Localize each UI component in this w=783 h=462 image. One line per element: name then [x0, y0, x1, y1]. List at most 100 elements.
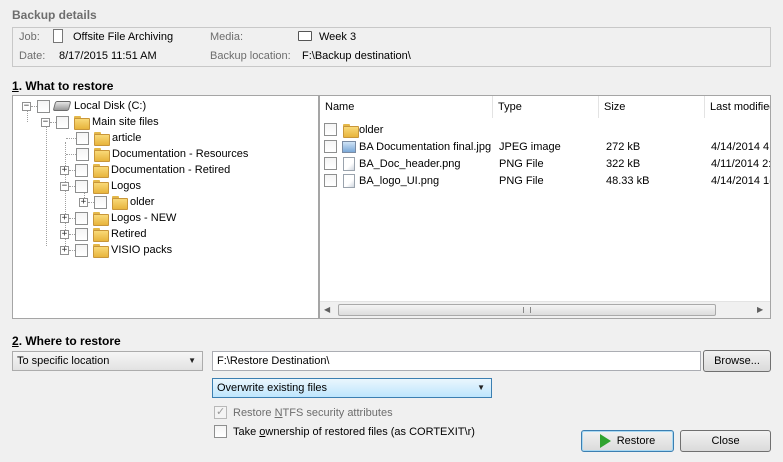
checkmark-icon: ✓ [216, 406, 226, 418]
collapse-icon[interactable]: − [41, 117, 50, 127]
file-checkbox[interactable] [324, 174, 337, 187]
file-row[interactable]: BA_logo_UI.png PNG File 48.33 kB 4/14/20… [324, 173, 770, 189]
ntfs-attributes-option[interactable]: ✓ Restore NTFS security attributes [214, 406, 393, 419]
ownership-checkbox[interactable] [214, 425, 227, 438]
section-number: 2 [12, 334, 19, 348]
file-name: BA_logo_UI.png [359, 175, 440, 187]
tree-item-label: older [130, 196, 155, 208]
close-button[interactable]: Close [680, 430, 771, 452]
file-list[interactable]: Name Type Size Last modified older BA Do… [319, 95, 771, 319]
horizontal-scrollbar[interactable]: ◀ ▶ [320, 301, 770, 318]
folder-icon [92, 164, 109, 178]
file-name: BA_Doc_header.png [359, 158, 461, 170]
folder-icon [342, 124, 359, 138]
file-checkbox[interactable] [324, 140, 337, 153]
tree-item-older[interactable]: + older [79, 194, 154, 210]
folder-tree[interactable]: − Local Disk (C:) − Main site files arti… [12, 95, 319, 319]
tree-item-article[interactable]: article [66, 130, 141, 146]
tree-item-label: VISIO packs [111, 244, 173, 256]
expand-icon[interactable]: + [60, 165, 69, 175]
folder-icon [92, 212, 109, 226]
file-size: 48.33 kB [606, 175, 650, 187]
expand-icon[interactable]: + [79, 197, 88, 207]
backup-details-box: Job: Offsite File Archiving Date: 8/17/2… [12, 27, 771, 67]
tree-item-label: Local Disk (C:) [74, 100, 147, 112]
column-header-size[interactable]: Size [599, 96, 705, 118]
folder-icon [73, 116, 90, 130]
file-row[interactable]: older [324, 122, 770, 138]
tree-item-label: Logos [111, 180, 141, 192]
job-value: Offsite File Archiving [73, 31, 174, 43]
file-size: 322 kB [606, 158, 641, 170]
expand-icon[interactable]: + [60, 213, 69, 223]
expand-icon[interactable]: + [60, 245, 69, 255]
tree-item-logos-new[interactable]: + Logos - NEW [60, 210, 176, 226]
tree-item-label: Retired [111, 228, 147, 240]
tree-line [46, 126, 47, 246]
folder-icon [92, 244, 109, 258]
chevron-down-icon: ▼ [477, 383, 485, 392]
column-header-last-modified[interactable]: Last modified [705, 96, 770, 118]
file-modified: 4/14/2014 1( [711, 175, 771, 187]
column-header-name[interactable]: Name [320, 96, 493, 118]
collapse-icon[interactable]: − [22, 101, 31, 111]
restore-location-dropdown[interactable]: To specific location ▼ [12, 351, 203, 371]
restore-button[interactable]: Restore [581, 430, 674, 452]
job-label: Job: [19, 31, 40, 43]
scroll-right-icon[interactable]: ▶ [757, 305, 763, 314]
tree-item-visio-packs[interactable]: + VISIO packs [60, 242, 172, 258]
tree-checkbox[interactable] [56, 115, 69, 129]
file-modified: 4/14/2014 4: [711, 141, 771, 153]
jpeg-file-icon [342, 141, 356, 153]
overwrite-mode-value: Overwrite existing files [217, 382, 328, 394]
scroll-left-icon[interactable]: ◀ [324, 305, 330, 314]
tree-checkbox[interactable] [75, 227, 88, 241]
restore-location-value: To specific location [17, 355, 110, 367]
tree-checkbox[interactable] [76, 131, 89, 145]
tree-checkbox[interactable] [75, 163, 88, 177]
destination-path-input[interactable]: F:\Restore Destination\ [212, 351, 701, 371]
tree-item-logos[interactable]: − Logos [60, 178, 141, 194]
backup-location-label: Backup location: [210, 50, 291, 62]
folder-icon [111, 196, 128, 210]
destination-path-value: F:\Restore Destination\ [217, 355, 330, 367]
restore-button-label: Restore [616, 435, 656, 447]
scrollbar-thumb[interactable] [338, 304, 716, 316]
collapse-icon[interactable]: − [60, 181, 69, 191]
browse-button[interactable]: Browse... [703, 350, 771, 372]
file-name: older [359, 124, 384, 136]
tree-item-label: article [112, 132, 142, 144]
tree-checkbox[interactable] [94, 195, 107, 209]
tree-item-main-site-files[interactable]: − Main site files [41, 114, 159, 130]
tree-checkbox[interactable] [37, 99, 50, 113]
date-label: Date: [19, 50, 46, 62]
file-row[interactable]: BA_Doc_header.png PNG File 322 kB 4/11/2… [324, 156, 770, 172]
media-folder-icon [298, 31, 312, 41]
tree-checkbox[interactable] [75, 211, 88, 225]
tree-item-local-disk[interactable]: − Local Disk (C:) [22, 98, 146, 114]
tree-item-documentation-retired[interactable]: + Documentation - Retired [60, 162, 230, 178]
file-checkbox[interactable] [324, 157, 337, 170]
tree-checkbox[interactable] [75, 179, 88, 193]
tree-item-documentation-resources[interactable]: Documentation - Resources [66, 146, 248, 162]
ntfs-label: Restore NTFS security attributes [233, 406, 393, 419]
hard-disk-icon [52, 101, 72, 111]
file-row[interactable]: BA Documentation final.jpg JPEG image 27… [324, 139, 770, 155]
take-ownership-option[interactable]: Take ownership of restored files (as COR… [214, 425, 475, 438]
expand-icon[interactable]: + [60, 229, 69, 239]
section-title: . Where to restore [18, 334, 121, 348]
media-value: Week 3 [319, 31, 357, 43]
tree-item-label: Logos - NEW [111, 212, 177, 224]
folder-icon [93, 148, 110, 162]
folder-icon [93, 132, 110, 146]
ntfs-checkbox[interactable]: ✓ [214, 406, 227, 419]
tree-item-retired[interactable]: + Retired [60, 226, 146, 242]
file-type: JPEG image [499, 141, 561, 153]
overwrite-mode-dropdown[interactable]: Overwrite existing files ▼ [212, 378, 492, 398]
column-header-type[interactable]: Type [493, 96, 599, 118]
tree-checkbox[interactable] [75, 243, 88, 257]
tree-item-label: Main site files [92, 116, 159, 128]
tree-checkbox[interactable] [76, 147, 89, 161]
tree-item-label: Documentation - Resources [112, 148, 249, 160]
file-checkbox[interactable] [324, 123, 337, 136]
